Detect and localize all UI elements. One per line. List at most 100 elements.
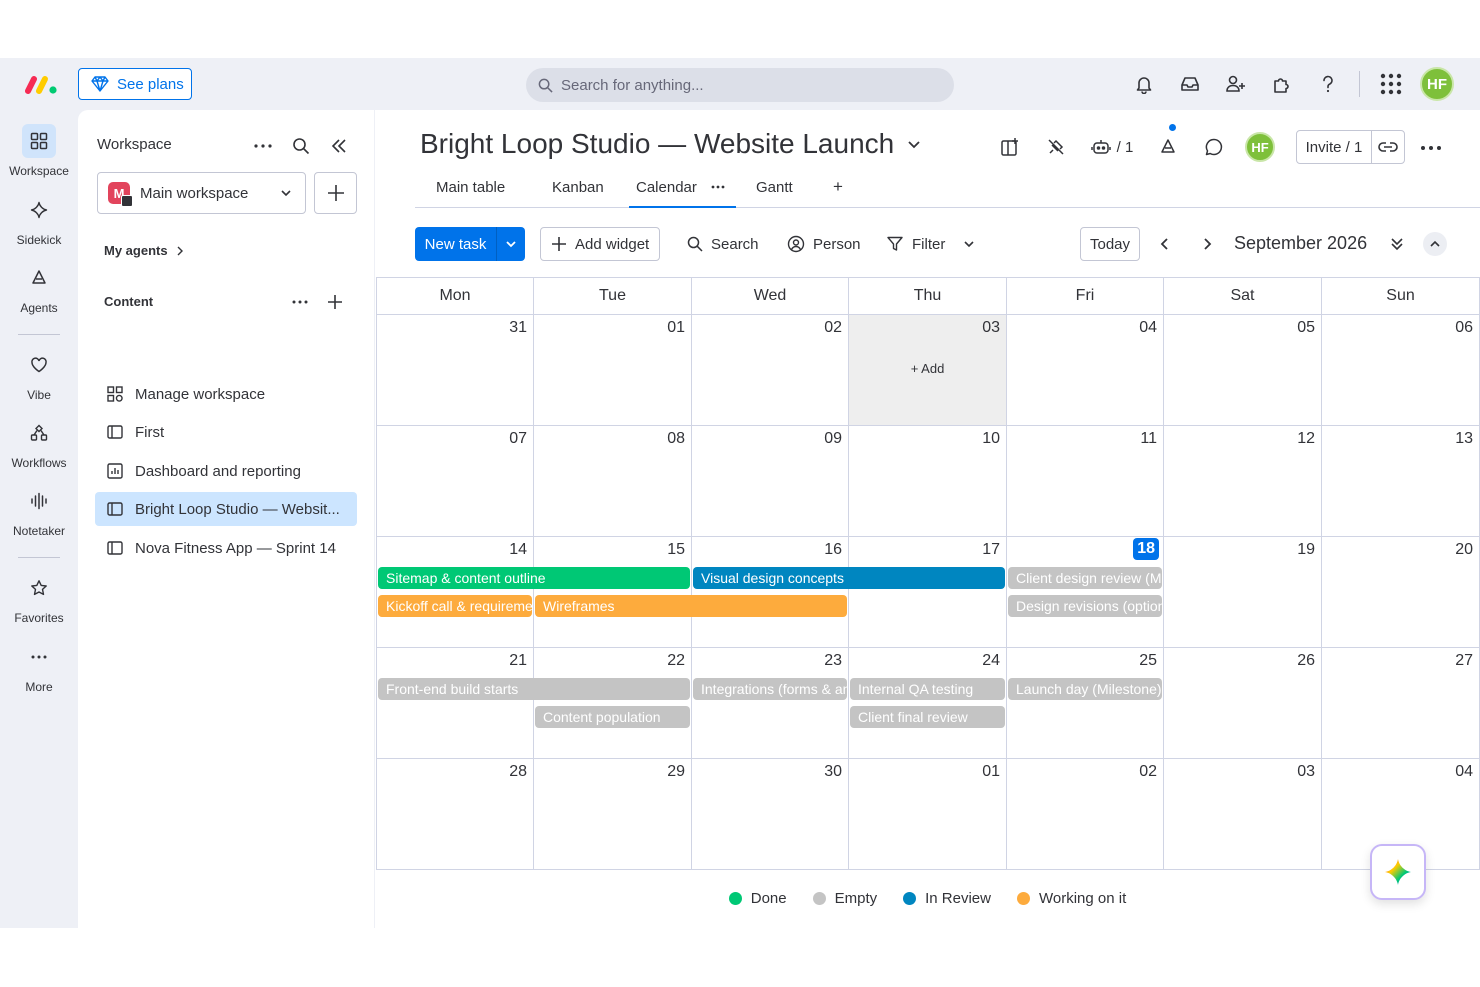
calendar-day-cell[interactable]: 24 bbox=[849, 648, 1007, 759]
today-button[interactable]: Today bbox=[1080, 227, 1140, 261]
rail-item-notetaker[interactable]: Notetaker bbox=[0, 484, 78, 538]
rail-item-more[interactable]: More bbox=[0, 640, 78, 694]
calendar-event[interactable]: Integrations (forms & analytics) bbox=[693, 678, 847, 700]
add-content-icon[interactable] bbox=[321, 288, 349, 316]
sidebar-item-dashboard[interactable]: Dashboard and reporting bbox=[95, 454, 357, 488]
rail-item-vibe[interactable]: Vibe bbox=[0, 348, 78, 402]
help-icon[interactable] bbox=[1305, 66, 1351, 102]
calendar-event[interactable]: Wireframes bbox=[535, 595, 847, 617]
calendar-day-cell[interactable]: 14 bbox=[377, 537, 534, 648]
add-item-hint[interactable]: + Add bbox=[849, 361, 1006, 376]
calendar-day-cell[interactable]: 03 bbox=[1164, 759, 1322, 870]
calendar-event[interactable]: Sitemap & content outline bbox=[378, 567, 690, 589]
rail-item-sidekick[interactable]: Sidekick bbox=[0, 193, 78, 247]
invite-member-icon[interactable] bbox=[1213, 66, 1259, 102]
calendar-day-cell[interactable]: 15 bbox=[534, 537, 692, 648]
apps-puzzle-icon[interactable] bbox=[1259, 66, 1305, 102]
copy-link-icon[interactable] bbox=[1372, 141, 1404, 153]
ai-agent-icon[interactable] bbox=[1145, 124, 1191, 164]
tab-options-icon[interactable] bbox=[711, 185, 725, 189]
see-plans-button[interactable]: See plans bbox=[78, 68, 192, 100]
calendar-day-cell[interactable]: 27 bbox=[1322, 648, 1480, 759]
next-month-button[interactable] bbox=[1197, 227, 1217, 261]
calendar-event[interactable]: Client design review (Milestone) bbox=[1008, 567, 1162, 589]
tab-kanban[interactable]: Kanban bbox=[552, 176, 604, 208]
calendar-event[interactable]: Internal QA testing bbox=[850, 678, 1005, 700]
app-switcher-grid-icon[interactable] bbox=[1368, 66, 1414, 102]
calendar-event[interactable]: Client final review bbox=[850, 706, 1005, 728]
person-filter-button[interactable]: Person bbox=[787, 227, 861, 261]
rail-item-workspace[interactable]: Workspace bbox=[0, 124, 78, 178]
board-more-icon[interactable] bbox=[1417, 134, 1445, 162]
calendar-event[interactable]: Visual design concepts bbox=[693, 567, 1005, 589]
more-options-icon[interactable] bbox=[249, 132, 277, 160]
calendar-day-cell[interactable]: 05 bbox=[1164, 315, 1322, 426]
sidebar-item-nova-fitness-board[interactable]: Nova Fitness App — Sprint 14 bbox=[95, 531, 357, 565]
sidebar-item-first[interactable]: First bbox=[95, 415, 357, 449]
ai-assistant-button[interactable] bbox=[1370, 844, 1426, 900]
search-button[interactable]: Search bbox=[687, 227, 759, 261]
tab-gantt[interactable]: Gantt bbox=[756, 176, 793, 208]
calendar-day-cell[interactable]: 02 bbox=[692, 315, 849, 426]
calendar-day-cell[interactable]: 19 bbox=[1164, 537, 1322, 648]
add-widget-button[interactable]: Add widget bbox=[540, 227, 661, 261]
tab-calendar[interactable]: Calendar bbox=[629, 176, 736, 208]
sidebar-panel-icon[interactable] bbox=[987, 130, 1033, 164]
calendar-day-cell[interactable]: 02 bbox=[1007, 759, 1164, 870]
calendar-day-cell[interactable]: 08 bbox=[534, 426, 692, 537]
rail-item-favorites[interactable]: Favorites bbox=[0, 571, 78, 625]
calendar-day-cell[interactable]: 31 bbox=[377, 315, 534, 426]
calendar-day-cell[interactable]: 17 bbox=[849, 537, 1007, 648]
calendar-day-cell[interactable]: 30 bbox=[692, 759, 849, 870]
calendar-day-cell[interactable]: 28 bbox=[377, 759, 534, 870]
calendar-day-cell[interactable]: 03 + Add bbox=[849, 315, 1007, 426]
collapse-header-icon[interactable] bbox=[1423, 232, 1447, 256]
rail-item-agents[interactable]: Agents bbox=[0, 261, 78, 315]
expand-all-icon[interactable] bbox=[1385, 227, 1409, 261]
calendar-day-cell[interactable]: 09 bbox=[692, 426, 849, 537]
sidebar-item-bright-loop-board[interactable]: Bright Loop Studio — Websit... bbox=[95, 492, 357, 526]
calendar-day-cell[interactable]: 11 bbox=[1007, 426, 1164, 537]
invite-button[interactable]: Invite / 1 bbox=[1296, 130, 1405, 164]
calendar-day-cell[interactable]: 07 bbox=[377, 426, 534, 537]
inbox-icon[interactable] bbox=[1167, 66, 1213, 102]
global-search-input[interactable]: Search for anything... bbox=[526, 68, 954, 102]
search-icon[interactable] bbox=[287, 132, 315, 160]
calendar-day-cell[interactable]: 25 bbox=[1007, 648, 1164, 759]
workspace-dropdown[interactable]: M Main workspace bbox=[97, 172, 306, 214]
sidebar-item-manage-workspace[interactable]: Manage workspace bbox=[95, 377, 357, 411]
calendar-day-cell[interactable]: 01 bbox=[849, 759, 1007, 870]
calendar-day-cell[interactable]: 29 bbox=[534, 759, 692, 870]
calendar-day-cell[interactable]: 22 bbox=[534, 648, 692, 759]
previous-month-button[interactable] bbox=[1155, 227, 1175, 261]
notifications-bell-icon[interactable] bbox=[1121, 66, 1167, 102]
content-more-icon[interactable] bbox=[286, 288, 314, 316]
board-title[interactable]: Bright Loop Studio — Website Launch bbox=[420, 128, 922, 160]
user-avatar[interactable]: HF bbox=[1420, 67, 1454, 101]
calendar-day-cell[interactable]: 21 bbox=[377, 648, 534, 759]
new-task-dropdown[interactable] bbox=[497, 227, 525, 261]
calendar-event[interactable]: Launch day (Milestone) bbox=[1008, 678, 1162, 700]
calendar-event[interactable]: Content population bbox=[535, 706, 690, 728]
tab-main-table[interactable]: Main table bbox=[436, 176, 505, 208]
calendar-day-cell[interactable]: 04 bbox=[1007, 315, 1164, 426]
calendar-event[interactable]: Front-end build starts bbox=[378, 678, 690, 700]
integrations-plug-icon[interactable] bbox=[1033, 130, 1079, 164]
calendar-day-cell[interactable]: 01 bbox=[534, 315, 692, 426]
my-agents-link[interactable]: My agents bbox=[104, 243, 184, 258]
calendar-day-cell[interactable]: 26 bbox=[1164, 648, 1322, 759]
add-view-button[interactable]: + bbox=[833, 176, 843, 208]
add-workspace-item-button[interactable] bbox=[314, 172, 357, 214]
monday-logo[interactable] bbox=[24, 72, 60, 96]
calendar-day-cell[interactable]: 16 bbox=[692, 537, 849, 648]
calendar-day-cell[interactable]: 10 bbox=[849, 426, 1007, 537]
updates-chat-icon[interactable] bbox=[1191, 130, 1237, 164]
board-member-avatar[interactable]: HF bbox=[1237, 130, 1283, 164]
new-task-button[interactable]: New task bbox=[415, 227, 525, 261]
calendar-event[interactable]: Design revisions (optional) bbox=[1008, 595, 1162, 617]
calendar-day-cell[interactable]: 23 bbox=[692, 648, 849, 759]
filter-button[interactable]: Filter bbox=[886, 227, 975, 261]
rail-item-workflows[interactable]: Workflows bbox=[0, 416, 78, 470]
automations-robot-icon[interactable]: / 1 bbox=[1079, 130, 1145, 164]
calendar-day-cell[interactable]: 20 bbox=[1322, 537, 1480, 648]
